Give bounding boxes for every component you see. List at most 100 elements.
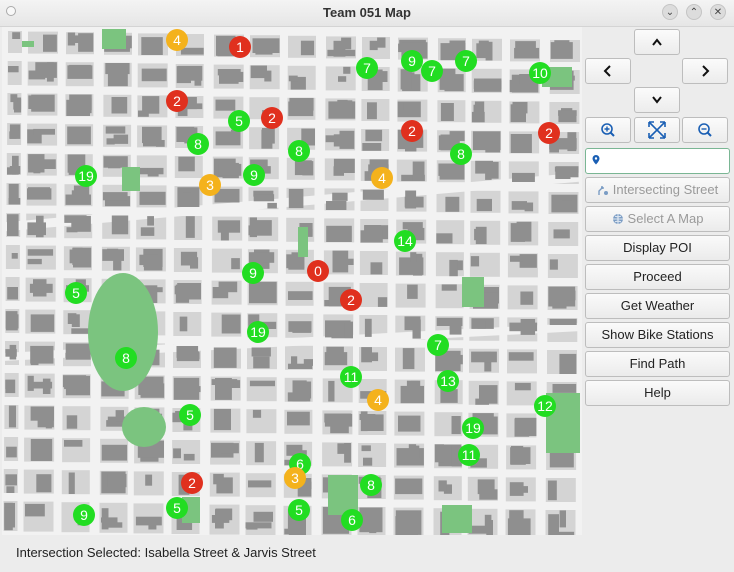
building xyxy=(67,126,91,145)
search-input[interactable] xyxy=(608,152,724,170)
poi-marker[interactable]: 7 xyxy=(356,57,378,79)
building xyxy=(249,281,277,304)
poi-marker[interactable]: 8 xyxy=(288,140,310,162)
display-poi-button[interactable]: Display POI xyxy=(585,235,730,261)
building xyxy=(476,198,492,212)
poi-marker[interactable]: 13 xyxy=(437,370,459,392)
building xyxy=(362,189,384,200)
poi-marker[interactable]: 4 xyxy=(371,167,393,189)
close-button[interactable]: ✕ xyxy=(710,4,726,20)
search-field[interactable] xyxy=(585,148,730,174)
poi-marker[interactable]: 2 xyxy=(340,289,362,311)
maximize-button[interactable]: ⌃ xyxy=(686,4,702,20)
poi-marker[interactable]: 9 xyxy=(73,504,95,526)
building xyxy=(438,163,461,176)
select-map-button[interactable]: Select A Map xyxy=(585,206,730,232)
building xyxy=(549,259,558,270)
poi-marker[interactable]: 3 xyxy=(284,467,306,489)
directions-icon xyxy=(598,186,608,195)
building xyxy=(449,259,458,277)
poi-marker[interactable]: 2 xyxy=(538,122,560,144)
building xyxy=(338,76,347,82)
poi-marker[interactable]: 2 xyxy=(401,120,423,142)
zoom-in-button[interactable] xyxy=(585,117,631,143)
building xyxy=(107,248,119,260)
poi-marker[interactable]: 5 xyxy=(288,499,310,521)
pan-left-button[interactable] xyxy=(585,58,631,84)
poi-marker[interactable]: 19 xyxy=(75,165,97,187)
poi-marker[interactable]: 19 xyxy=(462,417,484,439)
poi-marker[interactable]: 2 xyxy=(261,107,283,129)
poi-marker-label: 7 xyxy=(428,63,436,79)
poi-marker[interactable]: 7 xyxy=(427,334,449,356)
poi-marker[interactable]: 5 xyxy=(65,282,87,304)
poi-marker[interactable]: 8 xyxy=(450,143,472,165)
pan-right-button[interactable] xyxy=(682,58,728,84)
poi-marker[interactable]: 1 xyxy=(229,36,251,58)
poi-marker[interactable]: 11 xyxy=(458,444,480,466)
poi-marker[interactable]: 2 xyxy=(166,90,188,112)
poi-marker[interactable]: 12 xyxy=(534,395,556,417)
poi-marker[interactable]: 5 xyxy=(179,404,201,426)
poi-marker[interactable]: 19 xyxy=(247,321,269,343)
proceed-button[interactable]: Proceed xyxy=(585,264,730,290)
building xyxy=(367,102,377,120)
building xyxy=(11,253,18,259)
poi-marker[interactable]: 6 xyxy=(341,509,363,531)
help-button[interactable]: Help xyxy=(585,380,730,406)
building xyxy=(471,111,485,123)
building xyxy=(64,215,87,223)
building xyxy=(327,49,356,57)
poi-marker[interactable]: 10 xyxy=(529,62,551,84)
poi-marker[interactable]: 4 xyxy=(367,389,389,411)
building xyxy=(361,445,371,452)
poi-marker-label: 2 xyxy=(408,123,416,139)
building xyxy=(9,166,21,175)
poi-marker[interactable]: 11 xyxy=(340,366,362,388)
building xyxy=(8,66,19,73)
poi-marker[interactable]: 9 xyxy=(242,262,264,284)
poi-marker[interactable]: 7 xyxy=(455,50,477,72)
pan-down-button[interactable] xyxy=(634,87,680,113)
poi-marker-label: 11 xyxy=(462,447,477,463)
park xyxy=(442,505,472,533)
building xyxy=(510,447,531,464)
poi-marker[interactable]: 5 xyxy=(166,497,188,519)
poi-marker[interactable]: 9 xyxy=(401,50,423,72)
zoom-fit-button[interactable] xyxy=(634,117,680,143)
poi-marker[interactable]: 14 xyxy=(394,230,416,252)
poi-marker[interactable]: 4 xyxy=(166,29,188,51)
building xyxy=(508,352,534,361)
building xyxy=(510,255,524,262)
map-canvas[interactable]: 4 1 7 9 7 7 10 2 5 2 2 2 8 8 8 19 3 9 4 14 5 9 0 2 19 8 7 11 13 4 12 5 1… xyxy=(2,27,582,535)
poi-marker[interactable]: 0 xyxy=(307,260,329,282)
poi-marker[interactable]: 3 xyxy=(199,174,221,196)
building xyxy=(370,262,383,275)
location-pin-icon xyxy=(592,155,600,165)
poi-marker[interactable]: 9 xyxy=(243,164,265,186)
intersecting-street-button[interactable]: Intersecting Street xyxy=(585,177,730,203)
poi-marker[interactable]: 8 xyxy=(360,474,382,496)
find-path-button[interactable]: Find Path xyxy=(585,351,730,377)
building xyxy=(402,222,423,230)
pan-up-button[interactable] xyxy=(634,29,680,55)
poi-marker[interactable]: 7 xyxy=(421,60,443,82)
building xyxy=(4,507,14,526)
poi-marker-label: 9 xyxy=(250,167,258,183)
poi-marker-label: 8 xyxy=(367,477,375,493)
building xyxy=(474,78,502,92)
minimize-button[interactable]: ⌄ xyxy=(662,4,678,20)
poi-marker[interactable]: 5 xyxy=(228,110,250,132)
get-weather-button[interactable]: Get Weather xyxy=(585,293,730,319)
poi-marker[interactable]: 8 xyxy=(115,347,137,369)
poi-marker[interactable]: 2 xyxy=(181,472,203,494)
poi-marker[interactable]: 8 xyxy=(187,133,209,155)
building xyxy=(246,522,258,530)
building xyxy=(408,444,417,462)
zoom-out-button[interactable] xyxy=(682,117,728,143)
building xyxy=(326,201,347,210)
show-bike-stations-button[interactable]: Show Bike Stations xyxy=(585,322,730,348)
poi-marker-label: 14 xyxy=(397,233,413,249)
building xyxy=(7,287,18,300)
zoom-out-icon xyxy=(698,123,712,137)
